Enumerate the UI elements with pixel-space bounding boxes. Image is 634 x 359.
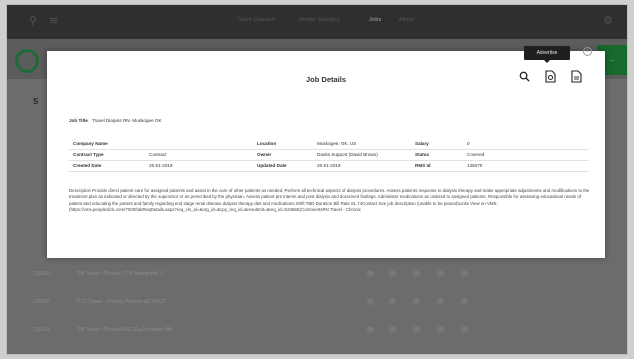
menu-icon[interactable]: ≡: [49, 14, 58, 27]
nav-item-jobs[interactable]: Jobs: [369, 17, 381, 23]
job-details-modal: Job Details Job Title Travel Dialysis RN…: [47, 51, 605, 258]
job-description: Description Provide direct patient care …: [69, 188, 590, 212]
action-icon[interactable]: [413, 270, 420, 277]
status-value: Covered: [463, 149, 589, 161]
created-date-value: 25-01-2018: [145, 160, 253, 172]
action-icon[interactable]: [413, 326, 420, 333]
status-icon: [367, 298, 374, 305]
advertise-icon[interactable]: [543, 69, 557, 83]
company-name-value: [145, 138, 253, 150]
company-name-label: Company Name: [69, 138, 145, 150]
row-title: RN Travel - Chronic TCN Springfield, IL: [77, 271, 165, 277]
action-icon[interactable]: [437, 326, 444, 333]
action-icon[interactable]: [461, 326, 468, 333]
job-title-line: Job Title Travel Dialysis RN- Muskogee O…: [69, 118, 162, 123]
updated-date-label: Updated Date: [253, 160, 313, 172]
search-icon[interactable]: ⚲: [29, 14, 37, 27]
status-icon: [389, 298, 396, 305]
action-icon[interactable]: [413, 298, 420, 305]
search-icon[interactable]: [517, 69, 531, 83]
owner-label: Owner: [253, 149, 313, 161]
job-title-value: Travel Dialysis RN- Muskogee OK: [92, 118, 162, 123]
updated-date-value: 26-01-2018: [313, 160, 411, 172]
section-letter: S: [33, 97, 39, 106]
table-row[interactable]: 135141 RN Travel - Chronic/ASC Guy's Har…: [33, 319, 593, 343]
advertise-tooltip: Advertise: [524, 46, 570, 63]
table-row[interactable]: 135098 PCT Travel - Chronic Phoenix AZ #…: [33, 291, 593, 315]
row-title: PCT Travel - Chronic Phoenix AZ #9637: [77, 299, 166, 305]
action-icon[interactable]: [461, 298, 468, 305]
action-icon[interactable]: [437, 298, 444, 305]
action-icon[interactable]: [437, 270, 444, 277]
row-id: 135100: [33, 271, 50, 277]
detail-row: Created Date 25-01-2018 Updated Date 26-…: [69, 160, 589, 172]
top-navbar: ⚲ ≡ Talent Channels Vendor Statistics Jo…: [7, 5, 627, 39]
contract-type-label: Contract Type: [69, 149, 145, 161]
job-details-table: Company Name Location Muskogee, OK, US S…: [69, 138, 589, 172]
row-id: 135141: [33, 327, 50, 333]
status-icon: [367, 270, 374, 277]
rms-id-value: 135070: [463, 160, 589, 172]
location-label: Location: [253, 138, 313, 150]
created-date-label: Created Date: [69, 160, 145, 172]
nav-item-admin[interactable]: Admin: [399, 17, 414, 23]
rms-id-label: RMS Id: [411, 160, 463, 172]
settings-icon[interactable]: ⚙: [603, 14, 613, 27]
status-icon: [389, 326, 396, 333]
row-id: 135098: [33, 299, 50, 305]
status-icon: [389, 270, 396, 277]
nav-item-talent-channels[interactable]: Talent Channels: [237, 17, 276, 23]
row-title: RN Travel - Chronic/ASC Guy's Harbor WA: [77, 327, 173, 333]
document-icon[interactable]: [569, 69, 583, 83]
status-icon: [367, 326, 374, 333]
owner-value: Davita Support (David Brown): [313, 149, 411, 161]
nav-item-vendor-statistics[interactable]: Vendor Statistics: [299, 17, 340, 23]
detail-row: Contract Type Contract Owner Davita Supp…: [69, 149, 589, 161]
detail-row: Company Name Location Muskogee, OK, US S…: [69, 138, 589, 150]
search-icon[interactable]: [15, 49, 39, 73]
action-icon[interactable]: [461, 270, 468, 277]
status-label: Status: [411, 149, 463, 161]
location-value: Muskogee, OK, US: [313, 138, 411, 150]
job-title-label: Job Title: [69, 118, 88, 123]
table-row[interactable]: 135100 RN Travel - Chronic TCN Springfie…: [33, 263, 593, 287]
close-icon[interactable]: x: [583, 47, 592, 56]
contract-type-value: Contract: [145, 149, 253, 161]
salary-label: Salary: [411, 138, 463, 150]
salary-value: 0: [463, 138, 589, 150]
